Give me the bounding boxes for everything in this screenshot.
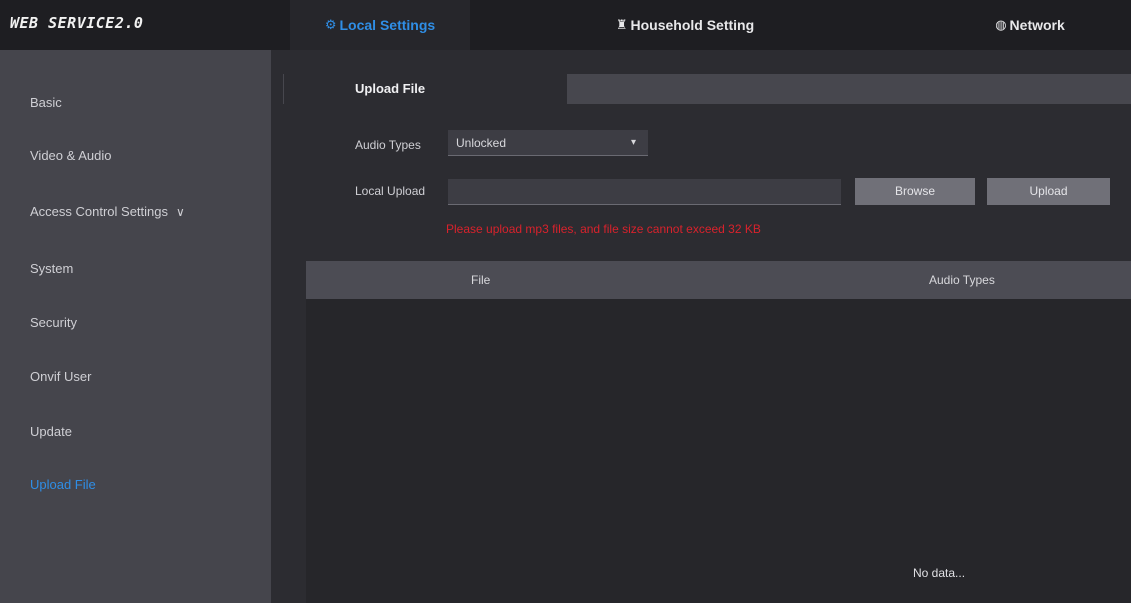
chevron-down-icon: ∨ (176, 205, 185, 219)
empty-table-text: No data... (913, 566, 966, 580)
top-bar: WEB SERVICE2.0 ⚙ Local Settings ♜ Househ… (0, 0, 1131, 50)
audio-types-label: Audio Types (355, 138, 421, 152)
tab-local-settings[interactable]: ⚙ Local Settings (290, 0, 470, 50)
sidebar-item-update[interactable]: Update (30, 424, 72, 439)
household-icon: ♜ (615, 17, 628, 32)
tab-network-label: Network (1009, 17, 1065, 33)
sidebar-divider (271, 50, 283, 603)
caret-down-icon: ▾ (630, 137, 636, 148)
sidebar-item-security[interactable]: Security (30, 315, 77, 330)
browse-button[interactable]: Browse (855, 178, 975, 205)
tab-household-setting[interactable]: ♜ Household Setting (590, 0, 780, 50)
column-header-audio-types: Audio Types (929, 273, 995, 287)
sidebar-item-basic[interactable]: Basic (30, 95, 62, 110)
tab-upload-file[interactable]: Upload File (284, 74, 567, 104)
audio-types-select[interactable]: Unlocked ▾ (448, 130, 648, 156)
sidebar-item-upload-file[interactable]: Upload File (30, 477, 96, 492)
upload-warning-text: Please upload mp3 files, and file size c… (446, 222, 761, 236)
table-body (306, 299, 1131, 603)
audio-types-value: Unlocked (456, 136, 507, 150)
tab-household-setting-label: Household Setting (630, 17, 755, 33)
sidebar-item-access-control-label: Access Control Settings (30, 204, 169, 219)
tab-network[interactable]: ◍ Network (960, 0, 1100, 50)
sidebar-item-video-audio[interactable]: Video & Audio (30, 148, 111, 163)
column-header-file: File (471, 273, 491, 287)
sidebar-item-onvif-user[interactable]: Onvif User (30, 369, 91, 384)
upload-button[interactable]: Upload (987, 178, 1110, 205)
sidebar-item-access-control[interactable]: Access Control Settings ∨ (30, 204, 185, 219)
settings-icon: ⚙ (324, 17, 337, 32)
local-upload-label: Local Upload (355, 184, 426, 198)
tab-local-settings-label: Local Settings (339, 17, 436, 33)
local-upload-field[interactable] (448, 179, 841, 205)
sidebar-item-system[interactable]: System (30, 261, 73, 276)
brand-logo: WEB SERVICE2.0 (10, 14, 144, 32)
globe-icon: ◍ (995, 17, 1007, 32)
table-header (306, 261, 1131, 299)
